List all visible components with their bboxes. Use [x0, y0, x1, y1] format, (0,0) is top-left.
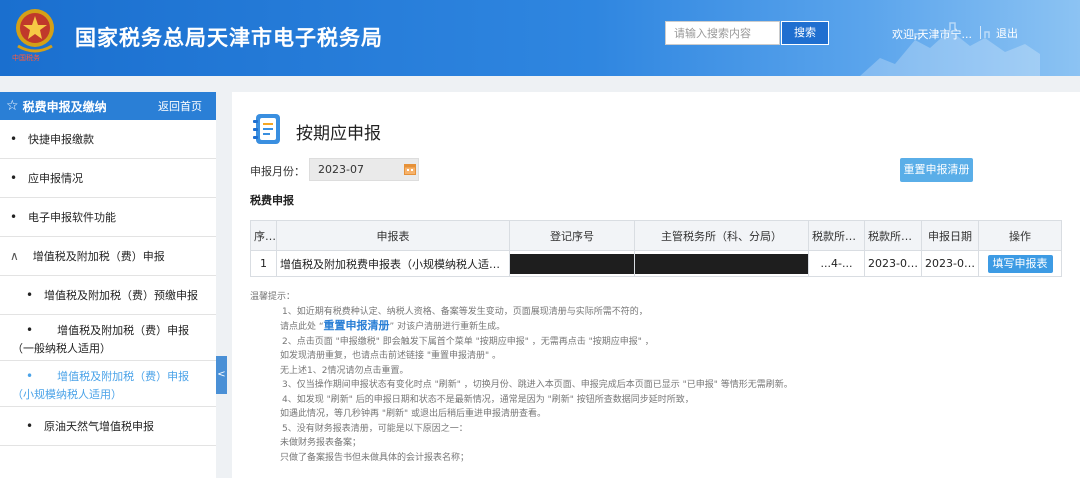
tips-line: 2、点击页面 "申报缴税" 即会触发下属首个菜单 "按期应申报" ，无需再点击 … [282, 336, 654, 347]
sidebar-collapse-button[interactable]: < [216, 356, 227, 394]
tips-line: 请点此处 “重置申报清册” 对该户清册进行重新生成。 [280, 319, 506, 332]
tips-line: 1、如近期有税费种认定、纳税人资格、备案等发生变动，页面展现清册与实际所需不符的… [282, 306, 648, 317]
sidebar-group-label: 增值税及附加税（费）申报 [32, 250, 165, 263]
bullet-icon: • [26, 323, 34, 337]
tips-text: 对该户清册进行重新生成。 [397, 322, 506, 332]
calendar-icon[interactable] [404, 163, 416, 175]
sidebar-item-vat-prepay[interactable]: • 增值税及附加税（费）预缴申报 [0, 276, 216, 315]
column-header: 登记序号 [509, 220, 635, 251]
tips-heading: 温馨提示： [250, 292, 296, 302]
sidebar-title: 税费申报及缴纳 [22, 99, 107, 114]
period-start-cell: ...4-... [808, 250, 865, 277]
sidebar-group-vat[interactable]: ∧ 增值税及附加税（费）申报 [0, 237, 216, 276]
action-cell: 填写申报表 [978, 250, 1062, 277]
sidebar-item-e-filing-software[interactable]: • 电子申报软件功能 [0, 198, 216, 237]
column-header: 税款所属... [808, 220, 865, 251]
site-title: 国家税务总局天津市电子税务局 [75, 26, 383, 50]
column-header: 申报表 [276, 220, 510, 251]
reset-declaration-list-button[interactable]: 重置申报清册 [900, 158, 973, 182]
chevron-up-icon: ∧ [10, 249, 19, 263]
search-input[interactable] [665, 21, 780, 45]
registration-number-cell [509, 250, 635, 277]
tips-line: 5、没有财务报表清册，可能是以下原因之一： [282, 423, 468, 434]
declare-date-cell: 2023-07-... [921, 250, 979, 277]
tips-line: 如遇此情况，等几秒钟再 "刷新" 或退出后稍后重进申报清册查看。 [280, 409, 547, 419]
redacted-block [510, 253, 634, 274]
tax-office-cell [634, 250, 809, 277]
bullet-icon: • [26, 288, 34, 302]
top-header: 中国税务 国家税务总局天津市电子税务局 搜索 欢迎,天津市宁... 退出 [0, 0, 1080, 76]
sidebar: ☆ 税费申报及缴纳 返回首页 • 快捷申报缴款 • 应申报情况 • 电子申报软件… [0, 92, 216, 478]
tips-line: 3、仅当操作期间申报状态有变化时点 "刷新" ，切换月份、跳进入本页面、申报完成… [282, 380, 793, 390]
month-label: 申报月份： [250, 165, 305, 178]
period-end-cell: 2023-06-... [864, 250, 922, 277]
logo-caption: 中国税务 [12, 54, 40, 62]
sidebar-item-due-status[interactable]: • 应申报情况 [0, 159, 216, 198]
fill-form-button[interactable]: 填写申报表 [987, 254, 1053, 273]
tips-line: 只做了备案报告书但未做具体的会计报表名称； [280, 452, 470, 463]
sidebar-item-quick-pay[interactable]: • 快捷申报缴款 [0, 120, 216, 159]
tips-line: 无上述1、2情况请勿点击重置。 [280, 365, 409, 376]
bullet-icon: • [10, 210, 18, 224]
sidebar-item-label: 增值税及附加税（费）预缴申报 [44, 289, 198, 302]
sidebar-item-vat-small-scale[interactable]: • 增值税及附加税（费）申报（小规模纳税人适用） [0, 361, 216, 407]
sidebar-item-label: 电子申报软件功能 [28, 211, 116, 224]
sidebar-item-label: 增值税及附加税（费）申报（小规模纳税人适用） [12, 370, 190, 401]
welcome-user-text[interactable]: 欢迎,天津市宁... [892, 26, 972, 42]
section-title: 税费申报 [250, 194, 294, 207]
tips-line: 4、如发现 "刷新" 后的申报日期和状态不是最新情况，通常是因为 "刷新" 按钮… [282, 394, 694, 405]
logout-link[interactable]: 退出 [996, 25, 1018, 41]
declaration-table: 序号 申报表 登记序号 主管税务所（科、分局） 税款所属... 税款所属... … [250, 220, 1062, 277]
column-header: 主管税务所（科、分局） [634, 220, 809, 251]
column-header: 税款所属... [864, 220, 922, 251]
tips-line: 如发现清册重复，也请点击前述链接 "重置申报清册" 。 [280, 351, 502, 361]
table-header-row: 序号 申报表 登记序号 主管税务所（科、分局） 税款所属... 税款所属... … [250, 220, 1062, 251]
star-icon: ☆ [6, 98, 19, 114]
report-book-icon [253, 114, 280, 144]
sidebar-item-label: 增值税及附加税（费）申报（一般纳税人适用） [12, 324, 190, 355]
column-header: 操作 [978, 220, 1062, 251]
header-divider [980, 26, 981, 39]
column-header: 序号 [250, 220, 277, 251]
bullet-icon: • [26, 369, 34, 383]
form-name-cell: 增值税及附加税费申报表（小规模纳税人适用） [276, 250, 510, 277]
sidebar-item-vat-general[interactable]: • 增值税及附加税（费）申报（一般纳税人适用） [0, 315, 216, 361]
bullet-icon: • [26, 419, 34, 433]
bullet-icon: • [10, 171, 18, 185]
sidebar-item-crude-oil-vat[interactable]: • 原油天然气增值税申报 [0, 407, 216, 446]
main-panel: 按期应申报 申报月份： 2023-07 重置申报清册 税费申报 序号 申报表 登… [232, 92, 1080, 478]
tips-line: 未做财务报表备案； [280, 438, 362, 448]
row-index: 1 [250, 250, 277, 277]
month-field[interactable]: 2023-07 [309, 158, 419, 181]
bullet-icon: • [10, 132, 18, 146]
redacted-block [635, 253, 808, 274]
back-home-link[interactable]: 返回首页 [158, 98, 202, 114]
tips-block: 温馨提示： 1、如近期有税费种认定、纳税人资格、备案等发生变动，页面展现清册与实… [250, 290, 850, 465]
reset-list-link[interactable]: 重置申报清册 [324, 319, 390, 332]
search-button[interactable]: 搜索 [781, 21, 829, 45]
tips-text: 请点此处 [280, 322, 317, 332]
sidebar-item-label: 原油天然气增值税申报 [44, 420, 154, 433]
sidebar-item-label: 应申报情况 [28, 172, 83, 185]
page-title: 按期应申报 [296, 124, 381, 144]
table-row: 1 增值税及附加税费申报表（小规模纳税人适用） ...4-... 2023-06… [250, 250, 1062, 277]
sidebar-item-label: 快捷申报缴款 [28, 133, 94, 146]
sidebar-header: ☆ 税费申报及缴纳 返回首页 [0, 92, 216, 120]
column-header: 申报日期 [921, 220, 979, 251]
